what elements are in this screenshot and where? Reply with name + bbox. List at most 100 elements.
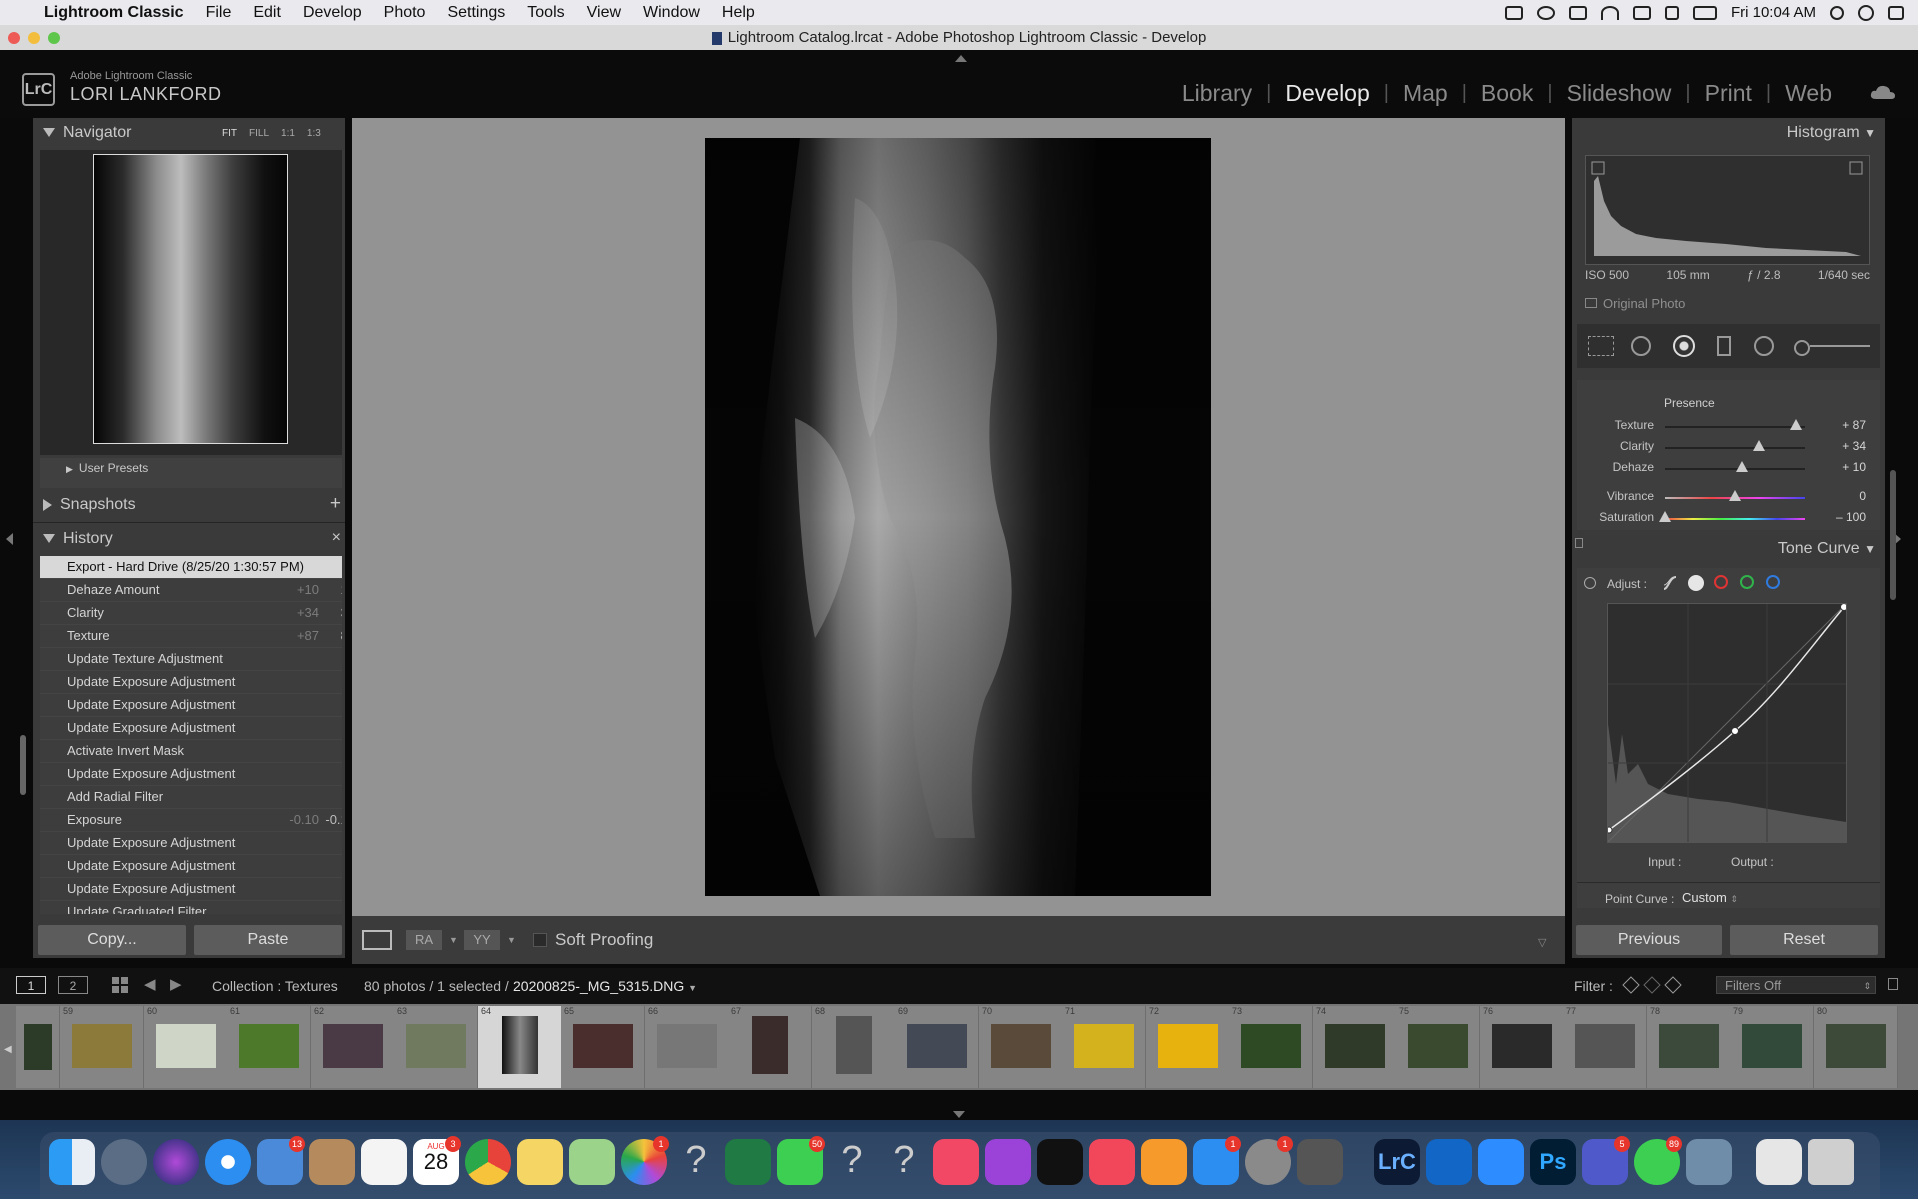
unknown-app-icon[interactable]: ? — [881, 1139, 927, 1185]
excel-icon[interactable] — [725, 1139, 771, 1185]
filmstrip-thumbnail[interactable]: 80 — [1814, 1006, 1898, 1088]
wifi-icon[interactable] — [1600, 5, 1619, 20]
safari-icon[interactable] — [205, 1139, 251, 1185]
notification-center-icon[interactable] — [1888, 5, 1904, 20]
toolbar-content-dropdown-icon[interactable]: ▽ — [1538, 936, 1546, 949]
radial-filter-icon[interactable] — [1754, 336, 1774, 356]
clear-history-icon[interactable]: × — [332, 529, 341, 547]
red-channel-icon[interactable] — [1714, 575, 1728, 589]
soft-proofing-checkbox[interactable] — [533, 933, 547, 947]
airplay-icon[interactable] — [1632, 5, 1651, 20]
point-curve-select[interactable]: Custom ⇕ — [1682, 890, 1738, 905]
filter-lock-icon[interactable] — [1888, 978, 1898, 990]
before-after-left-right-icon[interactable]: RA — [406, 930, 442, 950]
grid-view-icon[interactable] — [112, 977, 128, 993]
collapse-top-panel-icon[interactable] — [955, 55, 967, 62]
filmstrip-thumbnail[interactable]: 61 — [227, 1006, 311, 1088]
history-item[interactable]: Update Graduated Filter — [40, 901, 342, 914]
filter-preset-select[interactable]: Filters Off ⇕ — [1716, 976, 1876, 994]
slider-thumb[interactable] — [1736, 461, 1748, 472]
slider-track[interactable] — [1665, 468, 1805, 470]
volume-icon[interactable] — [1664, 5, 1679, 20]
filmstrip-thumbnail[interactable]: 74 — [1313, 1006, 1397, 1088]
secondary-window-button[interactable]: 2 — [58, 976, 88, 994]
slider-track[interactable] — [1665, 426, 1805, 428]
filmstrip-thumbnail[interactable]: 59 — [60, 1006, 144, 1088]
add-snapshot-icon[interactable]: + — [330, 493, 341, 515]
before-after-dropdown-icon[interactable]: ▼ — [449, 935, 458, 945]
menu-window[interactable]: Window — [643, 4, 700, 22]
menu-file[interactable]: File — [206, 4, 232, 22]
menu-settings[interactable]: Settings — [447, 4, 505, 22]
apple-tv-icon[interactable] — [1037, 1139, 1083, 1185]
menu-edit[interactable]: Edit — [253, 4, 281, 22]
unknown-app-icon[interactable]: ? — [829, 1139, 875, 1185]
zoom-icon[interactable] — [1478, 1139, 1524, 1185]
chrome-icon[interactable] — [465, 1139, 511, 1185]
collection-source[interactable]: Collection : Textures — [212, 978, 338, 994]
history-item[interactable]: Export - Hard Drive (8/25/20 1:30:57 PM) — [40, 556, 342, 579]
zoom-fit[interactable]: FIT — [222, 128, 237, 139]
user-presets-folder[interactable]: ▶ User Presets — [40, 458, 342, 488]
slider-thumb[interactable] — [1752, 440, 1765, 451]
slider-thumb[interactable] — [1659, 511, 1671, 522]
module-map[interactable]: Map — [1389, 80, 1462, 107]
green-channel-icon[interactable] — [1740, 575, 1754, 589]
reminders-icon[interactable] — [361, 1139, 407, 1185]
graduated-filter-icon[interactable] — [1717, 336, 1731, 356]
trash-icon[interactable] — [1808, 1139, 1854, 1185]
contacts-icon[interactable] — [309, 1139, 355, 1185]
filmstrip-thumbnail[interactable]: 73 — [1229, 1006, 1313, 1088]
left-panel-scrollbar[interactable] — [20, 735, 26, 795]
filmstrip-thumbnail[interactable]: 63 — [394, 1006, 478, 1088]
forward-arrow-icon[interactable]: ▶ — [170, 975, 182, 993]
copy-button[interactable]: Copy... — [38, 925, 186, 955]
menu-clock[interactable]: Fri 10:04 AM — [1731, 4, 1816, 21]
filmstrip-thumbnail[interactable]: 67 — [728, 1006, 812, 1088]
paste-button[interactable]: Paste — [194, 925, 342, 955]
filmstrip-thumbnail[interactable]: 62 — [311, 1006, 395, 1088]
parametric-curve-icon[interactable] — [1662, 575, 1678, 591]
zoom-1-3[interactable]: 1:3 — [307, 128, 321, 139]
history-item[interactable]: Exposure -0.10 -0.10 — [40, 809, 342, 832]
point-curve-rgb-icon[interactable] — [1688, 575, 1704, 591]
document-stack-icon[interactable] — [1756, 1139, 1802, 1185]
unknown-app-icon[interactable]: ? — [673, 1139, 719, 1185]
history-item[interactable]: Update Exposure Adjustment — [40, 717, 342, 740]
filmstrip-thumbnail[interactable]: 69 — [895, 1006, 979, 1088]
collapse-left-panel-icon[interactable] — [6, 533, 13, 545]
history-item[interactable]: Texture +87 87 — [40, 625, 342, 648]
filmstrip-thumbnail[interactable]: 78 — [1647, 1006, 1731, 1088]
finder-icon[interactable] — [49, 1139, 95, 1185]
history-item[interactable]: Clarity +34 34 — [40, 602, 342, 625]
blue-channel-icon[interactable] — [1766, 575, 1780, 589]
slider-track[interactable] — [1665, 518, 1805, 520]
history-item[interactable]: Activate Invert Mask — [40, 740, 342, 763]
photoshop-icon[interactable]: Ps — [1530, 1139, 1576, 1185]
zoom-fill[interactable]: FILL — [249, 128, 269, 139]
filmstrip-thumbnail[interactable]: 75 — [1396, 1006, 1480, 1088]
preview-icon[interactable] — [1686, 1139, 1732, 1185]
outlook-icon[interactable] — [1426, 1139, 1472, 1185]
before-after-options-icon[interactable]: ▼ — [507, 935, 516, 945]
menu-help[interactable]: Help — [722, 4, 755, 22]
selected-filename[interactable]: 20200825-_MG_5315.DNG ▼ — [513, 978, 697, 994]
filmstrip-thumbnail[interactable] — [16, 1006, 60, 1088]
history-item[interactable]: Update Exposure Adjustment — [40, 855, 342, 878]
podcasts-icon[interactable] — [985, 1139, 1031, 1185]
filmstrip-thumbnail[interactable]: 79 — [1730, 1006, 1814, 1088]
filmstrip-thumbnail[interactable]: 60 — [144, 1006, 228, 1088]
spot-removal-icon[interactable] — [1631, 336, 1651, 356]
filmstrip-thumbnail[interactable]: 65 — [561, 1006, 645, 1088]
highlight-clipping-icon[interactable] — [1849, 161, 1863, 175]
filmstrip-scroll-left-icon[interactable]: ◀ — [4, 1044, 12, 1055]
histogram-header[interactable]: Histogram ▼ — [1740, 124, 1876, 142]
history-item[interactable]: Update Exposure Adjustment — [40, 763, 342, 786]
creative-cloud-icon[interactable] — [1536, 5, 1555, 20]
right-panel-scrollbar[interactable] — [1890, 470, 1896, 600]
previous-button[interactable]: Previous — [1576, 925, 1722, 955]
history-item[interactable]: Update Exposure Adjustment — [40, 878, 342, 901]
fullscreen-window-icon[interactable] — [48, 32, 60, 44]
onedrive-icon[interactable] — [1568, 5, 1587, 20]
cloud-icon[interactable] — [1870, 83, 1896, 101]
